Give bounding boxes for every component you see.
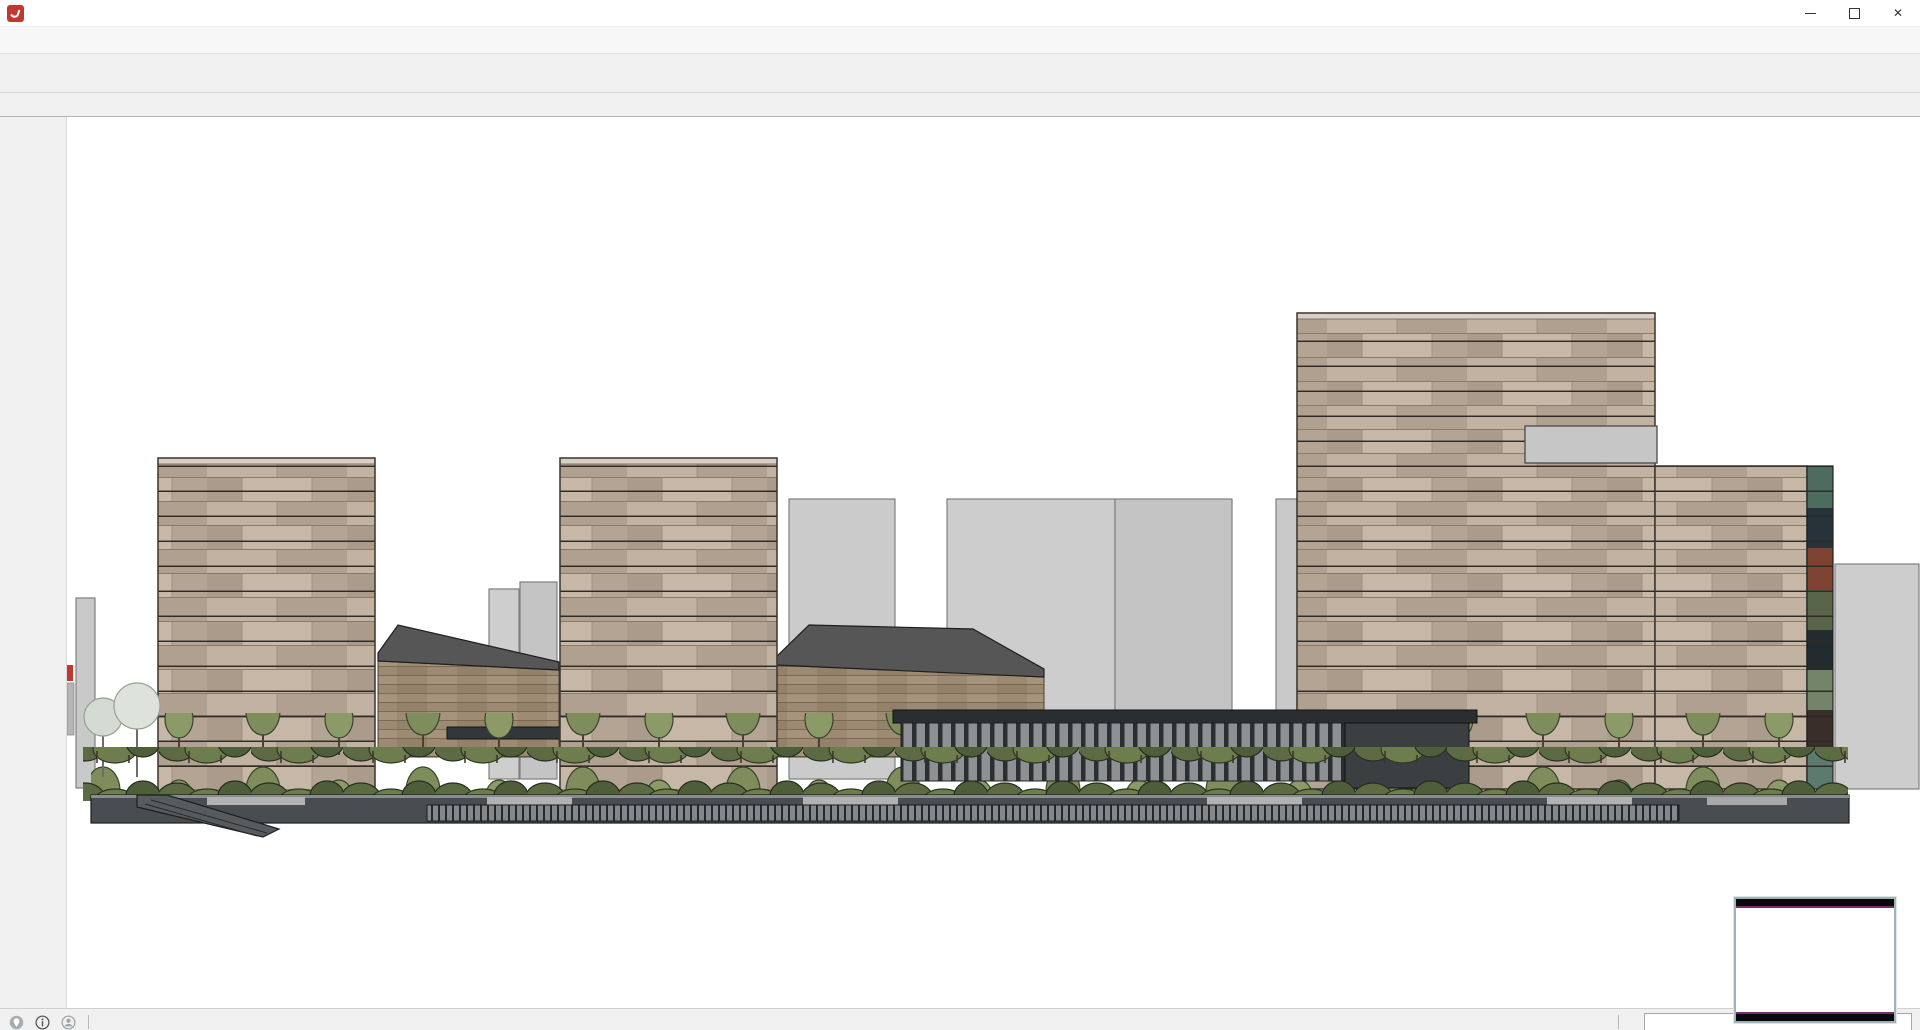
sketchup-window: ✕: [0, 0, 1920, 1030]
city-hotel-sign-panel: [1524, 425, 1658, 464]
menu-edit[interactable]: [26, 36, 44, 44]
drawing-canvas[interactable]: [67, 117, 1920, 1008]
status-divider: [88, 1015, 89, 1029]
sketchup-logo-icon: [7, 4, 24, 22]
main-toolbar: [0, 54, 1920, 93]
window-controls: ✕: [1788, 0, 1920, 26]
menu-tools[interactable]: [98, 36, 116, 44]
geolocation-icon[interactable]: [8, 1014, 25, 1030]
scene-tabs: [0, 93, 1920, 117]
close-button[interactable]: ✕: [1876, 0, 1920, 26]
elevation-drawing: [67, 312, 1920, 838]
account-icon[interactable]: [60, 1014, 77, 1030]
watermark-bottom-bar: [1736, 1012, 1894, 1021]
bush-row: [83, 747, 1848, 801]
measurements-divider: [1618, 1015, 1619, 1029]
tool-palette: [0, 117, 67, 1008]
menu-help[interactable]: [134, 36, 152, 44]
ground-plaza: [90, 794, 1850, 838]
menu-view[interactable]: [44, 36, 62, 44]
menu-file[interactable]: [8, 36, 26, 44]
skp-watermark: [1734, 897, 1896, 1023]
watermark-top-bar: [1736, 899, 1894, 908]
minimize-button[interactable]: [1788, 0, 1832, 26]
title-bar: ✕: [0, 0, 1920, 27]
menu-window[interactable]: [116, 36, 134, 44]
help-info-icon[interactable]: [34, 1014, 51, 1030]
maximize-button[interactable]: [1832, 0, 1876, 26]
watermark-text: [1736, 908, 1894, 1012]
left-edge-geometry: [67, 665, 75, 736]
status-bar: [0, 1008, 1920, 1030]
menu-draw[interactable]: [80, 36, 98, 44]
menu-camera[interactable]: [62, 36, 80, 44]
menu-bar: [0, 27, 1920, 54]
